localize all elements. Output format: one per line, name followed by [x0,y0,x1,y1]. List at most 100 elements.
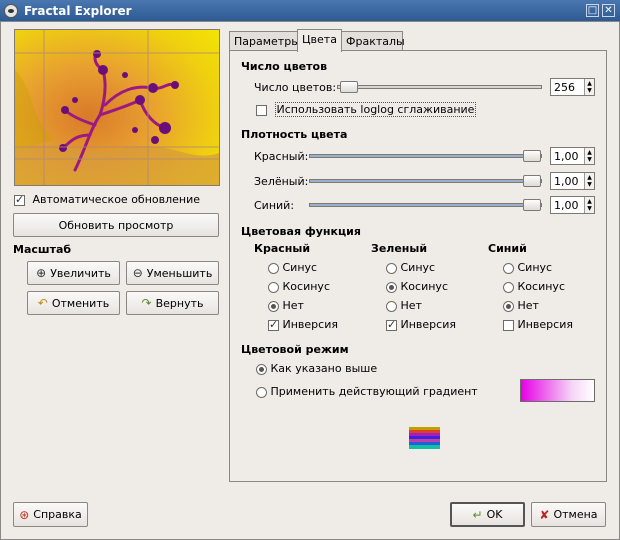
red-inversion-checkbox[interactable] [268,318,279,331]
num-colors-value[interactable]: 256 [551,81,584,94]
density-red-spinner[interactable]: 1,00 ▲ ▼ [550,147,595,165]
ok-label: OK [486,508,503,521]
zoom-in-label: Увеличить [50,266,111,280]
maximize-icon[interactable]: □ [586,4,599,17]
ok-arrow-icon: ↵ [472,507,483,522]
help-lifebuoy-icon: ⊛ [19,507,30,522]
title-bar: Fractal Explorer □ ✕ [0,0,620,21]
tab-fractals-label: Фракталы [346,35,405,48]
update-preview-label: Обновить просмотр [58,218,174,232]
mode-as-above-label: Как указано выше [270,362,378,375]
spinner-arrows-icon[interactable]: ▲ ▼ [584,173,594,189]
ok-button[interactable]: ↵ OK [450,502,525,527]
redo-label: Вернуть [155,296,204,310]
tab-parameters[interactable]: Параметры [229,31,300,51]
red-sine-radio[interactable] [268,262,279,274]
close-icon[interactable]: ✕ [602,4,615,17]
mode-gradient-option[interactable]: Применить действующий градиент [256,385,478,398]
color-map-preview [409,427,440,449]
mode-gradient-radio[interactable] [256,386,267,398]
num-colors-spinner[interactable]: 256 ▲ ▼ [550,78,595,96]
red-none-label: Нет [282,299,304,312]
density-green-thumb[interactable] [523,175,541,187]
undo-button[interactable]: ↶ Отменить [27,291,120,315]
density-blue-value[interactable]: 1,00 [551,199,584,212]
help-button[interactable]: ⊛ Справка [13,502,88,527]
red-cosine-radio[interactable] [268,281,279,293]
fractal-preview[interactable] [14,29,220,186]
num-colors-label: Число цветов: [254,81,337,94]
redo-button[interactable]: ↷ Вернуть [126,291,219,315]
green-sine-label: Синус [400,261,436,274]
zoom-out-label: Уменьшить [146,266,213,280]
density-red-slider[interactable] [309,150,542,162]
green-inversion-option[interactable]: Инверсия [386,318,456,331]
density-green-value[interactable]: 1,00 [551,175,584,188]
density-blue-thumb[interactable] [523,199,541,211]
auto-update-label: Автоматическое обновление [32,193,201,206]
density-blue-label: Синий: [254,199,295,212]
cancel-x-icon: ✘ [539,507,550,522]
fractal-image [15,30,219,185]
density-blue-fill [310,204,541,206]
function-blue-header: Синий [488,242,527,255]
mode-as-above-radio[interactable] [256,363,267,375]
update-preview-button[interactable]: Обновить просмотр [13,213,219,237]
cancel-button[interactable]: ✘ Отмена [531,502,606,527]
spinner-arrows-icon[interactable]: ▲ ▼ [584,79,594,95]
red-cosine-option[interactable]: Косинус [268,280,330,293]
help-label: Справка [33,508,82,521]
gimp-logo-icon [4,3,18,18]
num-colors-slider-thumb[interactable] [340,81,358,93]
red-none-radio[interactable] [268,300,279,312]
blue-none-label: Нет [517,299,539,312]
redo-icon: ↷ [141,296,152,310]
auto-update-checkbox[interactable] [14,193,25,206]
blue-cosine-option[interactable]: Косинус [503,280,565,293]
undo-label: Отменить [51,296,110,310]
zoom-out-button[interactable]: ⊖ Уменьшить [126,261,219,285]
tab-colors[interactable]: Цвета [297,29,342,52]
loglog-row[interactable]: Использовать loglog сглаживание [256,102,477,117]
density-green-spinner[interactable]: 1,00 ▲ ▼ [550,172,595,190]
window-title: Fractal Explorer [24,3,132,18]
blue-inversion-option[interactable]: Инверсия [503,318,573,331]
gradient-selector-button[interactable] [520,379,595,402]
density-green-fill [310,180,541,182]
red-none-option[interactable]: Нет [268,299,304,312]
red-sine-option[interactable]: Синус [268,261,317,274]
loglog-checkbox[interactable] [256,104,267,116]
green-cosine-option[interactable]: Косинус [386,280,448,293]
num-colors-slider[interactable] [337,81,542,93]
red-sine-label: Синус [282,261,318,274]
blue-sine-radio[interactable] [503,262,514,274]
mode-as-above-option[interactable]: Как указано выше [256,362,377,375]
blue-none-radio[interactable] [503,300,514,312]
green-cosine-radio[interactable] [386,281,397,293]
blue-inversion-checkbox[interactable] [503,319,514,331]
density-blue-slider[interactable] [309,199,542,211]
green-sine-radio[interactable] [386,262,397,274]
green-none-option[interactable]: Нет [386,299,422,312]
spinner-arrows-icon[interactable]: ▲ ▼ [584,148,594,164]
tab-fractals[interactable]: Фракталы [341,31,405,51]
density-blue-spinner[interactable]: 1,00 ▲ ▼ [550,196,595,214]
density-red-thumb[interactable] [523,150,541,162]
density-green-slider[interactable] [309,175,542,187]
blue-sine-option[interactable]: Синус [503,261,552,274]
density-red-value[interactable]: 1,00 [551,150,584,163]
density-red-label: Красный: [254,150,309,163]
green-none-radio[interactable] [386,300,397,312]
mode-gradient-label: Применить действующий градиент [270,385,478,398]
blue-none-option[interactable]: Нет [503,299,539,312]
green-sine-option[interactable]: Синус [386,261,435,274]
blue-cosine-radio[interactable] [503,281,514,293]
scale-heading: Масштаб [13,243,72,256]
auto-update-row[interactable]: Автоматическое обновление [14,193,200,206]
red-inversion-option[interactable]: Инверсия [268,318,338,331]
spinner-arrows-icon[interactable]: ▲ ▼ [584,197,594,213]
green-inversion-checkbox[interactable] [386,318,397,331]
cancel-label: Отмена [553,508,598,521]
zoom-in-button[interactable]: ⊕ Увеличить [27,261,120,285]
density-green-label: Зелёный: [254,175,309,188]
